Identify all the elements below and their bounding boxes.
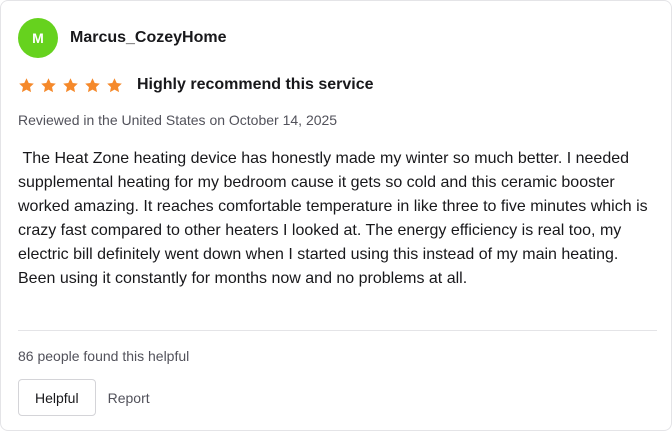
review-title: Highly recommend this service	[137, 76, 374, 93]
star-icon	[84, 77, 101, 94]
divider	[18, 330, 657, 331]
star-icon	[40, 77, 57, 94]
review-actions: Helpful Report	[18, 379, 150, 416]
avatar: M	[18, 18, 58, 58]
report-link[interactable]: Report	[108, 390, 150, 406]
helpful-count: 86 people found this helpful	[18, 348, 190, 364]
rating-row: Highly recommend this service	[18, 74, 374, 96]
review-card: M Marcus_CozeyHome Highly recommend this…	[0, 0, 672, 431]
reviewer-name: Marcus_CozeyHome	[70, 29, 227, 46]
star-icon	[18, 77, 35, 94]
review-date: Reviewed in the United States on October…	[18, 112, 338, 128]
star-icon	[106, 77, 123, 94]
helpful-button[interactable]: Helpful	[18, 379, 96, 416]
reviewer-header: M Marcus_CozeyHome	[18, 18, 227, 58]
star-rating	[18, 77, 128, 94]
star-icon	[62, 77, 79, 94]
review-body: The Heat Zone heating device has honestl…	[18, 150, 653, 287]
